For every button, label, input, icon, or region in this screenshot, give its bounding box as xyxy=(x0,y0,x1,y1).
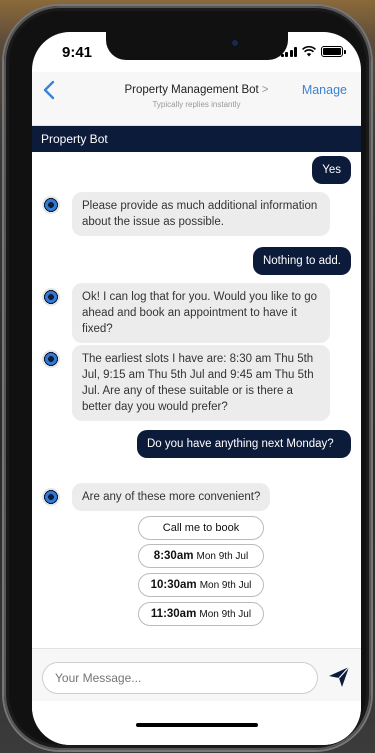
user-message: Yes xyxy=(312,156,351,184)
camera-icon xyxy=(230,38,240,48)
user-message: Do you have anything next Monday? xyxy=(137,430,351,458)
slot-time: 8:30am xyxy=(153,550,194,562)
user-message: Nothing to add. xyxy=(252,247,351,275)
conversation-title-text: Property Management Bot xyxy=(124,84,259,96)
battery-icon xyxy=(321,46,346,57)
app-screen: 9:41 Property Management Bot > Typically… xyxy=(32,32,361,745)
slot-date: Mon 9th Jul xyxy=(199,609,252,620)
bot-message: Ok! I can log that for you. Would you li… xyxy=(72,283,330,343)
bot-name-banner: Property Bot xyxy=(32,126,361,152)
status-time: 9:41 xyxy=(62,44,93,61)
reply-time-note: Typically replies instantly xyxy=(152,100,241,109)
bot-message: The earliest slots I have are: 8:30 am T… xyxy=(72,345,330,421)
chevron-right-icon: > xyxy=(261,84,269,96)
bot-message: Are any of these more convenient? xyxy=(72,483,271,511)
manage-button[interactable]: Manage xyxy=(302,83,347,97)
home-area xyxy=(32,701,361,745)
wifi-icon xyxy=(302,46,316,57)
bot-eye-icon xyxy=(42,488,60,506)
quick-reply-label: Call me to book xyxy=(162,522,240,534)
notch xyxy=(106,32,288,60)
slot-time: 10:30am xyxy=(150,579,197,591)
bot-eye-icon xyxy=(42,288,60,306)
composer-bar xyxy=(32,648,361,701)
slot-time: 11:30am xyxy=(150,608,197,620)
quick-reply-slot[interactable]: 8:30am Mon 9th Jul xyxy=(138,544,264,568)
quick-reply-slot[interactable]: 10:30am Mon 9th Jul xyxy=(138,573,264,597)
quick-reply-slot[interactable]: 11:30am Mon 9th Jul xyxy=(138,602,264,626)
paper-plane-icon[interactable] xyxy=(327,665,351,689)
message-list: Yes Please provide as much additional in… xyxy=(32,152,361,648)
bot-message: Please provide as much additional inform… xyxy=(72,192,330,236)
bot-eye-icon xyxy=(42,196,60,214)
home-indicator[interactable] xyxy=(136,723,258,727)
phone-frame: 9:41 Property Management Bot > Typically… xyxy=(4,6,371,750)
bot-eye-icon xyxy=(42,350,60,368)
slot-date: Mon 9th Jul xyxy=(199,580,252,591)
chat-header: Property Management Bot > Typically repli… xyxy=(32,72,361,126)
quick-reply-call-me[interactable]: Call me to book xyxy=(138,516,264,540)
slot-date: Mon 9th Jul xyxy=(196,551,249,562)
message-input[interactable] xyxy=(42,662,318,694)
status-icons xyxy=(280,46,346,57)
